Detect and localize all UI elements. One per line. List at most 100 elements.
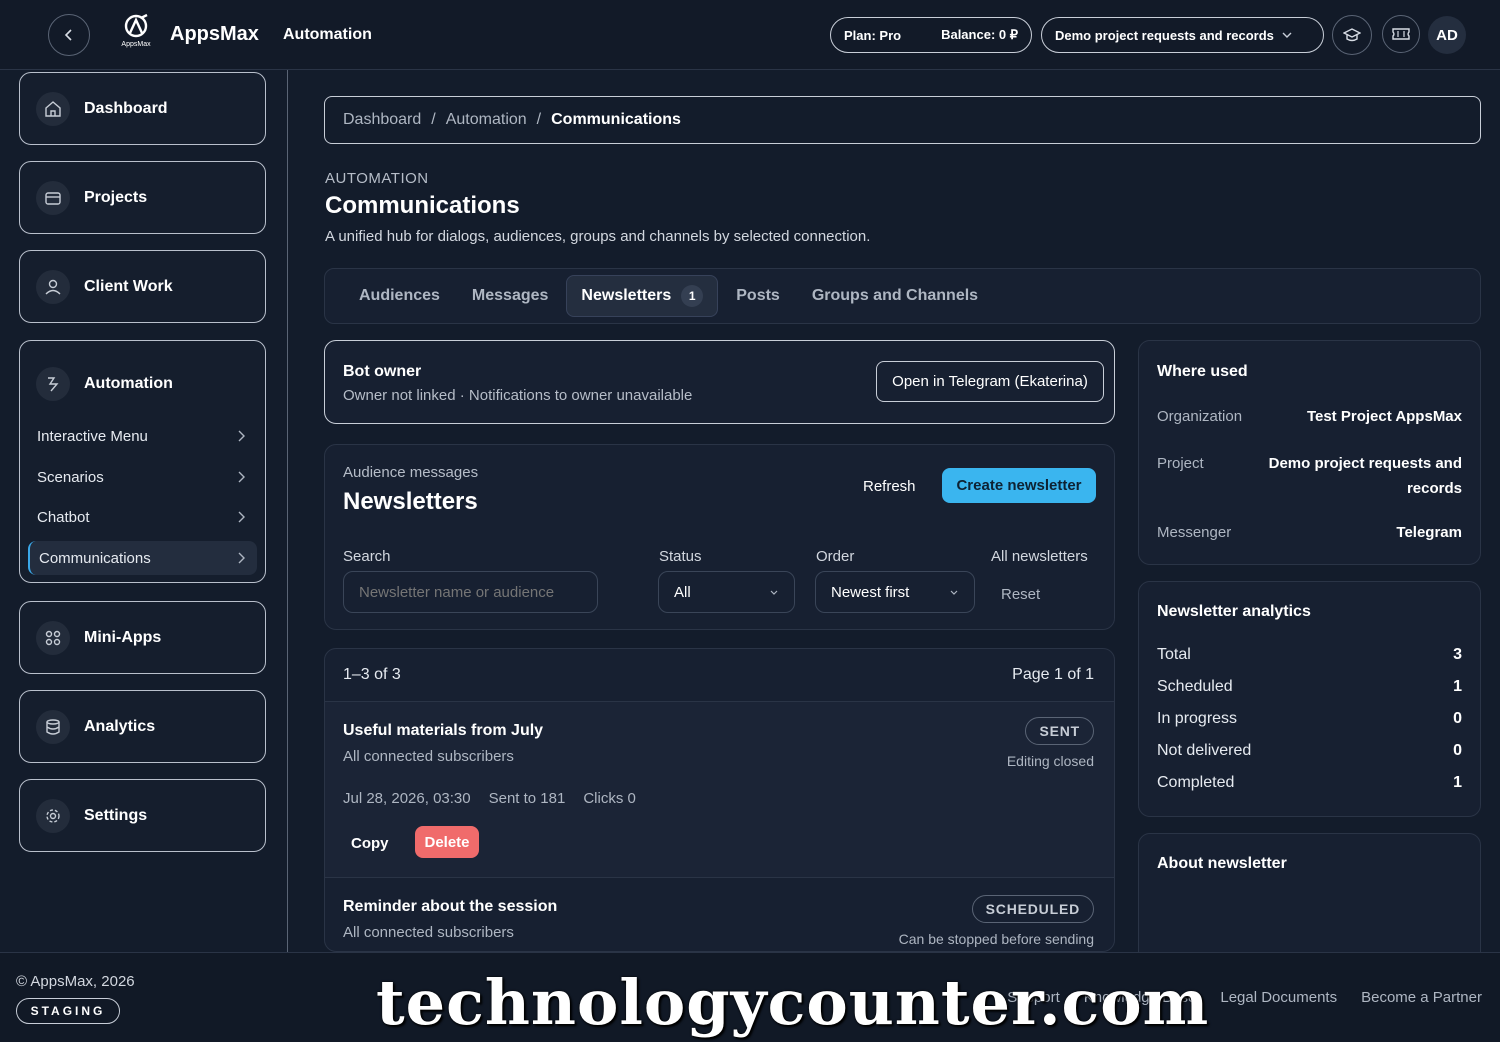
tickets-button[interactable] [1382,15,1420,53]
sidebar-subitem-interactive-menu[interactable]: Interactive Menu [28,419,257,453]
sidebar-item-mini-apps[interactable]: Mini-Apps [19,601,266,674]
row-value: 0 [1453,710,1462,727]
footer-copyright: © AppsMax, 2026 [16,973,135,990]
status-badge: SCHEDULED [971,895,1094,923]
create-newsletter-button[interactable]: Create newsletter [942,468,1096,503]
tab-audiences[interactable]: Audiences [345,278,454,314]
sidebar-item-label: Settings [84,806,148,824]
tab-label: Posts [736,287,780,304]
footer-link-partner[interactable]: Become a Partner [1361,989,1482,1006]
newsletter-analytics-card: Newsletter analytics Total 3 Scheduled 1 I… [1138,581,1481,817]
sidebar-item-automation[interactable]: Automation [20,341,265,411]
chevron-right-icon [238,552,245,564]
chevron-down-icon [770,590,778,595]
tab-label: Newsletters [581,287,672,304]
reset-button[interactable]: Reset [1001,586,1040,603]
tab-newsletters[interactable]: Newsletters 1 [566,275,719,317]
gear-icon [36,798,70,833]
row-key: Total [1157,646,1191,663]
newsletters-eyebrow: Audience messages [343,464,479,481]
about-title: About newsletter [1157,855,1287,872]
delete-button[interactable]: Delete [415,826,479,858]
all-newsletters-label: All newsletters [991,548,1088,565]
breadcrumb-current: Communications [551,111,681,128]
list-item[interactable]: Useful materials from July All connected… [325,701,1114,877]
tab-label: Messages [471,287,549,304]
back-button[interactable] [48,14,90,56]
where-used-card: Where used Organization Test Project App… [1138,340,1481,565]
footer-link-legal[interactable]: Legal Documents [1220,989,1337,1006]
analytics-row: Completed 1 [1157,774,1462,792]
analytics-row: Not delivered 0 [1157,742,1462,760]
automation-icon [36,367,70,401]
sidebar-item-analytics[interactable]: Analytics [19,690,266,763]
search-input[interactable] [343,571,598,613]
row-value: Demo project requests and records [1268,455,1462,497]
sidebar-item-label: Projects [84,188,148,206]
avatar[interactable]: AD [1428,16,1466,54]
status-label: Status [659,548,702,565]
tab-label: Groups and Channels [811,287,979,304]
logo-caption: AppsMax [121,41,151,48]
bot-owner-title: Bot owner [343,363,422,380]
refresh-button[interactable]: Refresh [863,478,916,495]
sidebar-item-client-work[interactable]: Client Work [19,250,266,323]
project-selector-label: Demo project requests and records [1055,27,1274,43]
sidebar-subitem-chatbot[interactable]: Chatbot [28,500,257,534]
where-used-row: Project Demo project requests and record… [1157,451,1462,501]
balance-label: Balance: 0 ₽ [941,27,1018,42]
list-item[interactable]: Reminder about the session All connected… [325,877,1114,951]
folder-icon [36,180,70,215]
tab-posts[interactable]: Posts [722,278,794,314]
newsletters-filter-card: Audience messages Newsletters Refresh Cr… [324,444,1115,630]
chevron-right-icon [238,430,245,442]
row-key: Completed [1157,774,1235,791]
copy-button[interactable]: Copy [351,828,389,858]
newsletter-sent: Sent to 181 [488,790,566,807]
breadcrumb-dashboard[interactable]: Dashboard [343,111,421,129]
plan-balance-pill[interactable]: Plan: Pro Balance: 0 ₽ [830,17,1032,53]
open-in-telegram-button[interactable]: Open in Telegram (Ekaterina) [876,361,1104,402]
row-value: Test Project AppsMax [1306,408,1462,425]
sidebar-item-projects[interactable]: Projects [19,161,266,234]
row-key: Not delivered [1157,742,1252,759]
row-value: 1 [1453,678,1462,695]
academy-button[interactable] [1332,15,1372,55]
logo[interactable]: AppsMax [112,13,160,55]
analytics-title: Newsletter analytics [1157,603,1311,620]
tab-messages[interactable]: Messages [458,278,563,314]
row-value: 0 [1453,742,1462,759]
order-label: Order [816,548,855,565]
breadcrumb-automation[interactable]: Automation [446,111,527,129]
main-content: Dashboard / Automation / Communications … [289,70,1500,973]
plan-label: Plan: Pro [844,27,902,43]
analytics-row: Total 3 [1157,646,1462,664]
sidebar-item-dashboard[interactable]: Dashboard [19,72,266,145]
project-selector[interactable]: Demo project requests and records [1041,17,1324,53]
newsletter-title: Reminder about the session [343,898,558,915]
chevron-left-icon [64,29,72,41]
row-key: In progress [1157,710,1238,727]
where-used-row: Messenger Telegram [1157,524,1462,542]
row-value: 3 [1453,646,1462,663]
sidebar-item-label: Client Work [84,277,173,295]
search-label: Search [343,548,391,565]
sidebar-item-settings[interactable]: Settings [19,779,266,852]
newsletters-title: Newsletters [343,488,478,515]
breadcrumb: Dashboard / Automation / Communications [324,96,1481,144]
graduation-cap-icon [1343,28,1361,42]
sidebar-subitem-communications[interactable]: Communications [28,541,257,575]
subitem-label: Communications [39,549,151,567]
order-select[interactable]: Newest first [815,571,975,613]
ticket-icon [1392,28,1410,40]
database-icon [36,709,70,744]
newsletter-meta: Jul 28, 2026, 03:30 Sent to 181 Clicks 0 [343,790,636,807]
chevron-down-icon [950,590,958,595]
sidebar-subitem-scenarios[interactable]: Scenarios [28,460,257,494]
tab-groups-and-channels[interactable]: Groups and Channels [798,278,992,314]
status-select[interactable]: All [658,571,795,613]
page-description: A unified hub for dialogs, audiences, gr… [325,228,871,245]
chevron-right-icon [238,511,245,523]
sidebar-group-automation: Automation Interactive Menu Scenarios Ch… [19,340,266,583]
status-note: Can be stopped before sending [898,931,1094,947]
